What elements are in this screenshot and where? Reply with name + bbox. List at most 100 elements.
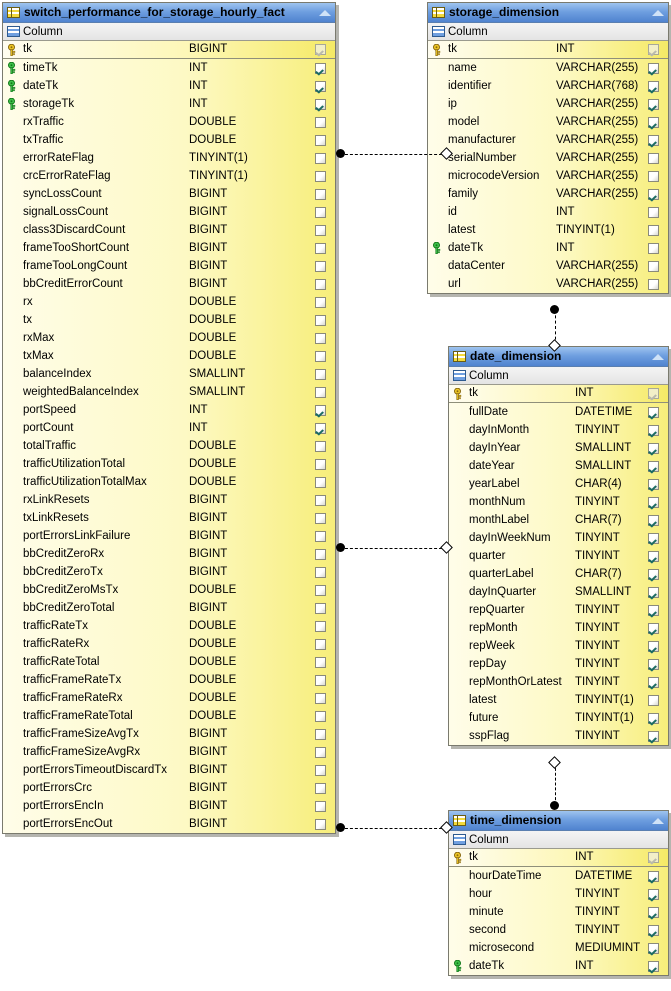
column-group-header[interactable]: Column: [449, 831, 668, 849]
not-null-checkbox[interactable]: [314, 242, 326, 254]
column-row[interactable]: quarterLabel CHAR(7): [449, 565, 668, 583]
column-row[interactable]: bbCreditZeroTx BIGINT: [3, 563, 335, 581]
not-null-checkbox[interactable]: [647, 640, 659, 652]
column-row[interactable]: dayInWeekNum TINYINT: [449, 529, 668, 547]
not-null-checkbox[interactable]: [647, 870, 659, 882]
column-row[interactable]: model VARCHAR(255): [428, 113, 668, 131]
column-row[interactable]: fullDate DATETIME: [449, 403, 668, 421]
column-row[interactable]: trafficRateRx DOUBLE: [3, 635, 335, 653]
column-row[interactable]: tk INT: [449, 849, 668, 867]
not-null-checkbox[interactable]: [647, 116, 659, 128]
table-title-bar[interactable]: date_dimension: [449, 347, 668, 367]
column-row[interactable]: repMonth TINYINT: [449, 619, 668, 637]
not-null-checkbox[interactable]: [647, 906, 659, 918]
not-null-checkbox[interactable]: [314, 260, 326, 272]
column-row[interactable]: trafficUtilizationTotalMax DOUBLE: [3, 473, 335, 491]
column-row[interactable]: identifier VARCHAR(768): [428, 77, 668, 95]
column-row[interactable]: bbCreditErrorCount BIGINT: [3, 275, 335, 293]
not-null-checkbox[interactable]: [314, 170, 326, 182]
not-null-checkbox[interactable]: [314, 638, 326, 650]
not-null-checkbox[interactable]: [314, 602, 326, 614]
not-null-checkbox[interactable]: [314, 818, 326, 830]
not-null-checkbox[interactable]: [314, 188, 326, 200]
not-null-checkbox[interactable]: [314, 476, 326, 488]
not-null-checkbox[interactable]: [314, 494, 326, 506]
column-row[interactable]: errorRateFlag TINYINT(1): [3, 149, 335, 167]
not-null-checkbox[interactable]: [647, 622, 659, 634]
not-null-checkbox[interactable]: [314, 314, 326, 326]
column-row[interactable]: trafficFrameRateTx DOUBLE: [3, 671, 335, 689]
not-null-checkbox[interactable]: [314, 116, 326, 128]
column-row[interactable]: trafficUtilizationTotal DOUBLE: [3, 455, 335, 473]
column-row[interactable]: txMax DOUBLE: [3, 347, 335, 365]
not-null-checkbox[interactable]: [647, 676, 659, 688]
column-row[interactable]: dayInYear SMALLINT: [449, 439, 668, 457]
column-row[interactable]: family VARCHAR(255): [428, 185, 668, 203]
not-null-checkbox[interactable]: [314, 692, 326, 704]
not-null-checkbox[interactable]: [314, 80, 326, 92]
not-null-checkbox[interactable]: [314, 710, 326, 722]
column-row[interactable]: dateTk INT: [449, 957, 668, 975]
not-null-checkbox[interactable]: [314, 152, 326, 164]
column-row[interactable]: bbCreditZeroRx BIGINT: [3, 545, 335, 563]
column-row[interactable]: tk INT: [449, 385, 668, 403]
column-row[interactable]: trafficFrameSizeAvgRx BIGINT: [3, 743, 335, 761]
not-null-checkbox[interactable]: [647, 98, 659, 110]
column-group-header[interactable]: Column: [3, 23, 335, 41]
not-null-checkbox[interactable]: [314, 764, 326, 776]
not-null-checkbox[interactable]: [314, 98, 326, 110]
not-null-checkbox[interactable]: [647, 278, 659, 290]
not-null-checkbox[interactable]: [314, 584, 326, 596]
column-row[interactable]: frameTooShortCount BIGINT: [3, 239, 335, 257]
column-row[interactable]: rx DOUBLE: [3, 293, 335, 311]
column-row[interactable]: rxMax DOUBLE: [3, 329, 335, 347]
not-null-checkbox[interactable]: [314, 206, 326, 218]
not-null-checkbox[interactable]: [647, 496, 659, 508]
not-null-checkbox[interactable]: [647, 188, 659, 200]
column-row[interactable]: repWeek TINYINT: [449, 637, 668, 655]
column-row[interactable]: txTraffic DOUBLE: [3, 131, 335, 149]
not-null-checkbox[interactable]: [647, 888, 659, 900]
not-null-checkbox[interactable]: [314, 296, 326, 308]
not-null-checkbox[interactable]: [314, 404, 326, 416]
relationship-fact-date[interactable]: [336, 541, 453, 554]
column-row[interactable]: bbCreditZeroMsTx DOUBLE: [3, 581, 335, 599]
column-row[interactable]: syncLossCount BIGINT: [3, 185, 335, 203]
column-row[interactable]: hour TINYINT: [449, 885, 668, 903]
collapse-triangle-icon[interactable]: [650, 6, 666, 20]
column-row[interactable]: dataCenter VARCHAR(255): [428, 257, 668, 275]
not-null-checkbox[interactable]: [647, 586, 659, 598]
collapse-triangle-icon[interactable]: [317, 6, 333, 20]
not-null-checkbox[interactable]: [647, 924, 659, 936]
column-row[interactable]: bbCreditZeroTotal BIGINT: [3, 599, 335, 617]
column-row[interactable]: portErrorsTimeoutDiscardTx BIGINT: [3, 761, 335, 779]
column-row[interactable]: totalTraffic DOUBLE: [3, 437, 335, 455]
column-row[interactable]: portCount INT: [3, 419, 335, 437]
column-row[interactable]: tk BIGINT: [3, 41, 335, 59]
column-group-header[interactable]: Column: [449, 367, 668, 385]
not-null-checkbox[interactable]: [314, 548, 326, 560]
not-null-checkbox[interactable]: [647, 604, 659, 616]
not-null-checkbox[interactable]: [314, 368, 326, 380]
column-row[interactable]: balanceIndex SMALLINT: [3, 365, 335, 383]
relationship-storage-date[interactable]: [548, 305, 561, 352]
column-row[interactable]: serialNumber VARCHAR(255): [428, 149, 668, 167]
not-null-checkbox[interactable]: [647, 80, 659, 92]
column-row[interactable]: dateYear SMALLINT: [449, 457, 668, 475]
column-row[interactable]: dateTk INT: [428, 239, 668, 257]
column-row[interactable]: minute TINYINT: [449, 903, 668, 921]
not-null-checkbox[interactable]: [314, 422, 326, 434]
not-null-checkbox[interactable]: [314, 656, 326, 668]
column-row[interactable]: ip VARCHAR(255): [428, 95, 668, 113]
column-row[interactable]: txLinkResets BIGINT: [3, 509, 335, 527]
not-null-checkbox[interactable]: [314, 386, 326, 398]
column-row[interactable]: weightedBalanceIndex SMALLINT: [3, 383, 335, 401]
column-row[interactable]: timeTk INT: [3, 59, 335, 77]
not-null-checkbox[interactable]: [314, 350, 326, 362]
not-null-checkbox[interactable]: [647, 224, 659, 236]
column-row[interactable]: second TINYINT: [449, 921, 668, 939]
column-row[interactable]: dayInQuarter SMALLINT: [449, 583, 668, 601]
column-row[interactable]: trafficFrameRateRx DOUBLE: [3, 689, 335, 707]
not-null-checkbox[interactable]: [647, 460, 659, 472]
not-null-checkbox[interactable]: [647, 442, 659, 454]
